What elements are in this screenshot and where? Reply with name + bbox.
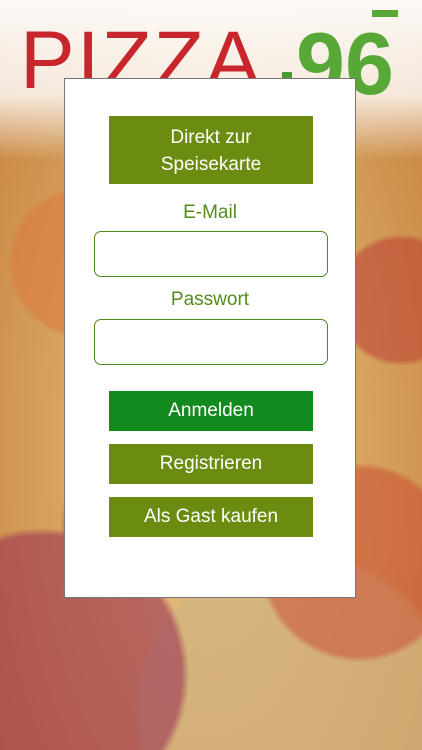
guest-checkout-button[interactable]: Als Gast kaufen bbox=[109, 497, 313, 537]
password-field[interactable] bbox=[94, 319, 328, 365]
email-label: E-Mail bbox=[183, 202, 237, 223]
email-field[interactable] bbox=[94, 231, 328, 277]
register-button[interactable]: Registrieren bbox=[109, 444, 313, 484]
password-label: Passwort bbox=[170, 289, 250, 310]
login-panel: Direkt zur Speisekarte E-Mail Passwort A… bbox=[64, 78, 356, 598]
logo-accent-bar bbox=[372, 10, 398, 17]
login-button[interactable]: Anmelden bbox=[109, 391, 313, 431]
menu-direct-button[interactable]: Direkt zur Speisekarte bbox=[109, 116, 313, 184]
